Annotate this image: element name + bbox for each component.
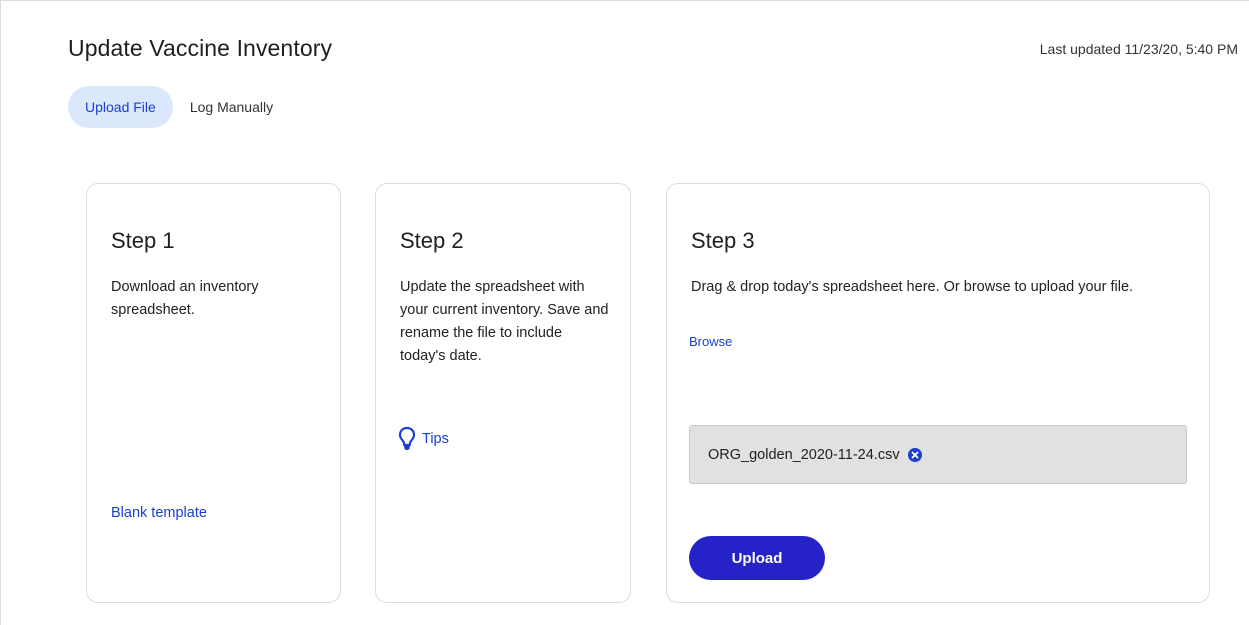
- tab-upload-file[interactable]: Upload File: [68, 86, 173, 128]
- step-2-card: Step 2 Update the spreadsheet with your …: [375, 183, 631, 603]
- lightbulb-icon: [398, 426, 416, 452]
- tips-link[interactable]: Tips: [398, 426, 449, 452]
- browse-link[interactable]: Browse: [689, 334, 732, 349]
- page-container: Update Vaccine Inventory Last updated 11…: [0, 0, 1249, 625]
- selected-file-name: ORG_golden_2020-11-24.csv: [708, 446, 900, 463]
- tips-label: Tips: [422, 431, 449, 447]
- step-1-card: Step 1 Download an inventory spreadsheet…: [86, 183, 341, 603]
- step-3-description: Drag & drop today's spreadsheet here. Or…: [691, 279, 1134, 295]
- step-1-description: Download an inventory spreadsheet.: [111, 279, 259, 318]
- remove-circle-icon[interactable]: [907, 447, 922, 462]
- selected-file-box: ORG_golden_2020-11-24.csv: [689, 425, 1187, 484]
- step-2-description: Update the spreadsheet with your current…: [400, 279, 609, 364]
- blank-template-link[interactable]: Blank template: [111, 505, 207, 521]
- step-3-card: Step 3 Drag & drop today's spreadsheet h…: [666, 183, 1210, 603]
- upload-button[interactable]: Upload: [689, 536, 825, 580]
- step-3-title: Step 3: [691, 228, 755, 253]
- step-2-title: Step 2: [400, 228, 464, 253]
- tab-log-manually[interactable]: Log Manually: [173, 86, 289, 128]
- tab-bar: Upload File Log Manually: [68, 86, 289, 128]
- last-updated-timestamp: Last updated 11/23/20, 5:40 PM: [1039, 41, 1238, 57]
- page-title: Update Vaccine Inventory: [68, 35, 333, 61]
- step-1-title: Step 1: [111, 228, 175, 253]
